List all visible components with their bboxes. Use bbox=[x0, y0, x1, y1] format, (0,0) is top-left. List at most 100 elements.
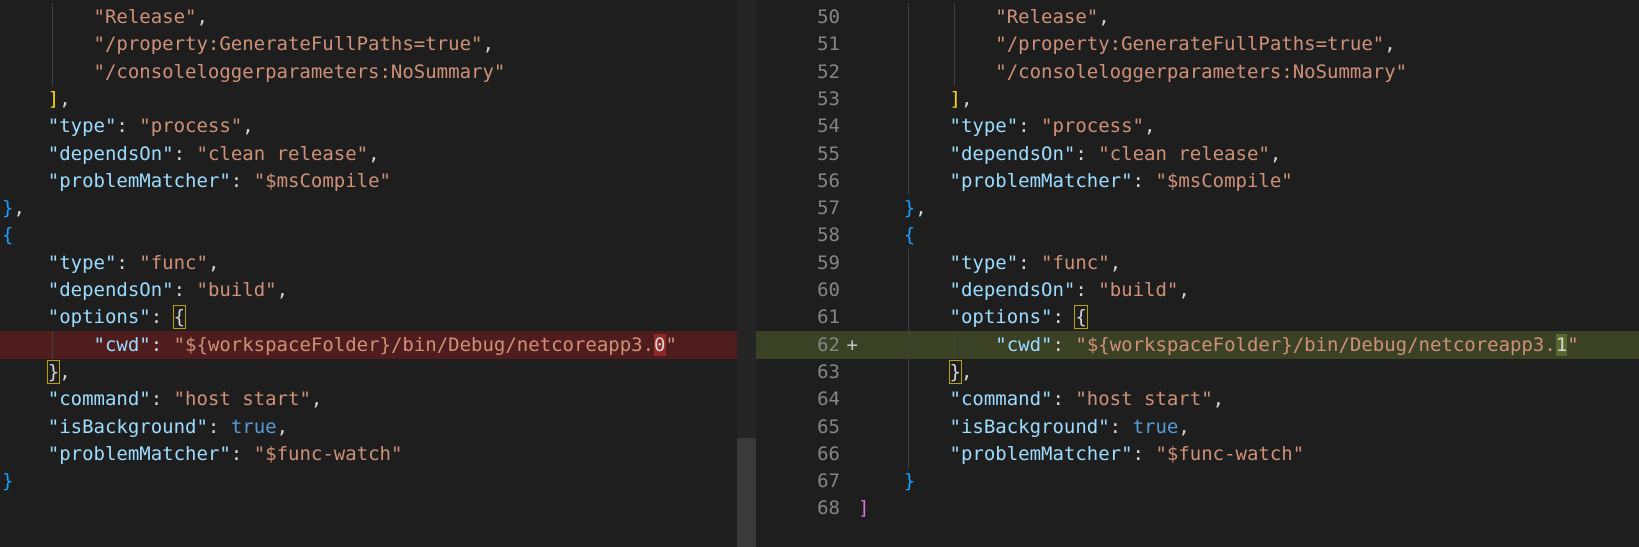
code-text[interactable]: } bbox=[858, 467, 915, 495]
code-text[interactable]: "command": "host start", bbox=[858, 385, 1225, 413]
code-text[interactable]: }, bbox=[2, 194, 25, 222]
code-text[interactable]: "dependsOn": "clean release", bbox=[858, 140, 1282, 168]
code-text[interactable]: "/consoleloggerparameters:NoSummary" bbox=[858, 58, 1407, 86]
code-line[interactable]: 66 "problemMatcher": "$func-watch" bbox=[756, 439, 1639, 468]
code-line[interactable]: "dependsOn": "clean release", bbox=[0, 140, 737, 168]
code-line[interactable]: "type": "process", bbox=[0, 112, 737, 140]
code-line[interactable]: 57 }, bbox=[756, 194, 1639, 222]
code-text[interactable]: } bbox=[2, 467, 13, 495]
code-line[interactable]: 55 "dependsOn": "clean release", bbox=[756, 139, 1639, 168]
code-line[interactable]: 58 { bbox=[756, 221, 1639, 249]
line-number: 52 bbox=[817, 60, 840, 83]
token: "build" bbox=[1098, 279, 1179, 301]
token: : bbox=[1132, 442, 1156, 465]
scrollbar-thumb[interactable] bbox=[737, 438, 756, 547]
code-line[interactable]: 67 } bbox=[756, 467, 1639, 495]
diff-line-removed[interactable]: "cwd": "${workspaceFolder}/bin/Debug/net… bbox=[0, 330, 737, 359]
code-line[interactable]: "dependsOn": "build", bbox=[0, 276, 737, 304]
token: "type" bbox=[47, 115, 117, 138]
code-text[interactable]: }, bbox=[858, 358, 972, 386]
code-line[interactable]: 61 "options": { bbox=[756, 303, 1639, 332]
code-line[interactable]: 51 "/property:GenerateFullPaths=true", bbox=[756, 30, 1639, 59]
code-line[interactable]: 68] bbox=[756, 494, 1639, 522]
code-text[interactable]: "dependsOn": "clean release", bbox=[2, 140, 380, 168]
code-text[interactable]: "type": "func", bbox=[2, 249, 220, 277]
code-line[interactable]: 60 "dependsOn": "build", bbox=[756, 276, 1639, 304]
code-text[interactable]: "problemMatcher": "$msCompile" bbox=[2, 167, 391, 195]
code-text[interactable]: "problemMatcher": "$msCompile" bbox=[858, 167, 1293, 195]
code-text[interactable]: "problemMatcher": "$func-watch" bbox=[2, 440, 403, 468]
code-text[interactable]: "options": { bbox=[2, 303, 187, 331]
code-text[interactable]: "cwd": "${workspaceFolder}/bin/Debug/net… bbox=[858, 331, 1579, 359]
code-line[interactable]: 54 "type": "process", bbox=[756, 112, 1639, 141]
code-line[interactable] bbox=[0, 494, 737, 522]
code-text[interactable]: "dependsOn": "build", bbox=[858, 276, 1190, 304]
code-text[interactable]: "/consoleloggerparameters:NoSummary" bbox=[2, 58, 506, 86]
code-line[interactable]: 59 "type": "func", bbox=[756, 248, 1639, 277]
token: : bbox=[1132, 169, 1156, 192]
code-line[interactable]: "/consoleloggerparameters:NoSummary" bbox=[0, 57, 737, 86]
line-number: 51 bbox=[817, 33, 840, 56]
line-number: 58 bbox=[817, 224, 840, 247]
code-text[interactable]: "isBackground": true, bbox=[858, 413, 1190, 441]
code-text[interactable]: }, bbox=[858, 194, 927, 222]
token: "cwd" bbox=[93, 333, 151, 356]
code-text[interactable]: "type": "func", bbox=[858, 249, 1122, 277]
code-text[interactable]: "Release", bbox=[2, 3, 208, 31]
token: true bbox=[1132, 415, 1179, 438]
token: "$func-watch" bbox=[253, 442, 403, 465]
diff-modified-pane[interactable]: 50 "Release", 51 "/property:GenerateFullP… bbox=[756, 0, 1639, 547]
code-text[interactable]: ] bbox=[858, 494, 869, 522]
code-text[interactable]: ], bbox=[858, 85, 973, 113]
code-line[interactable]: 52 "/consoleloggerparameters:NoSummary" bbox=[756, 57, 1639, 86]
token: , bbox=[915, 197, 927, 220]
code-text[interactable]: }, bbox=[2, 358, 71, 386]
code-line[interactable]: 50 "Release", bbox=[756, 3, 1639, 31]
code-text[interactable]: "cwd": "${workspaceFolder}/bin/Debug/net… bbox=[2, 331, 677, 359]
token: "/property:GenerateFullPaths=true" bbox=[995, 33, 1385, 56]
code-text[interactable]: "/property:GenerateFullPaths=true", bbox=[2, 30, 494, 58]
code-text[interactable]: "problemMatcher": "$func-watch" bbox=[858, 440, 1305, 468]
code-line[interactable]: "/property:GenerateFullPaths=true", bbox=[0, 30, 737, 59]
code-line[interactable]: "isBackground": true, bbox=[0, 413, 737, 441]
token: "dependsOn" bbox=[47, 142, 174, 165]
code-line[interactable]: "options": { bbox=[0, 303, 737, 331]
code-line[interactable]: }, bbox=[0, 358, 737, 386]
code-line[interactable]: }, bbox=[0, 194, 737, 222]
code-line[interactable]: "type": "func", bbox=[0, 249, 737, 277]
diff-scrollbar[interactable] bbox=[737, 0, 756, 547]
code-line[interactable]: "Release", bbox=[0, 3, 737, 31]
code-text[interactable]: "/property:GenerateFullPaths=true", bbox=[858, 30, 1395, 58]
code-text[interactable]: "isBackground": true, bbox=[2, 413, 288, 441]
line-number: 56 bbox=[817, 169, 840, 192]
code-text[interactable]: { bbox=[858, 221, 915, 249]
code-line[interactable]: 65 "isBackground": true, bbox=[756, 412, 1639, 441]
token: , bbox=[1098, 6, 1110, 28]
token: "func" bbox=[139, 251, 208, 274]
code-line[interactable]: ], bbox=[0, 85, 737, 113]
code-text[interactable]: "command": "host start", bbox=[2, 385, 323, 413]
code-text[interactable]: "options": { bbox=[858, 303, 1088, 331]
code-line[interactable]: 56 "problemMatcher": "$msCompile" bbox=[756, 166, 1639, 195]
diff-original-pane[interactable]: "Release", "/property:GenerateFullPaths=… bbox=[0, 0, 737, 547]
code-text[interactable]: { bbox=[2, 221, 13, 249]
code-text[interactable]: "Release", bbox=[858, 3, 1110, 31]
token: "problemMatcher" bbox=[47, 442, 231, 465]
code-line[interactable]: 64 "command": "host start", bbox=[756, 385, 1639, 414]
token: , bbox=[1212, 388, 1225, 411]
token: , bbox=[368, 142, 380, 165]
code-line[interactable]: 63 }, bbox=[756, 357, 1639, 386]
code-line[interactable]: } bbox=[0, 467, 737, 495]
token: } bbox=[2, 470, 14, 493]
code-line[interactable]: "problemMatcher": "$msCompile" bbox=[0, 167, 737, 195]
diff-line-added[interactable]: 62 + "cwd": "${workspaceFolder}/bin/Debug… bbox=[756, 330, 1639, 359]
code-line[interactable]: "command": "host start", bbox=[0, 385, 737, 413]
code-text[interactable]: "dependsOn": "build", bbox=[2, 276, 288, 304]
code-line[interactable]: "problemMatcher": "$func-watch" bbox=[0, 440, 737, 468]
code-text[interactable]: "type": "process", bbox=[2, 112, 254, 140]
code-line[interactable]: 53 ], bbox=[756, 84, 1639, 113]
line-number: 64 bbox=[817, 388, 840, 411]
code-line[interactable]: { bbox=[0, 221, 737, 249]
code-text[interactable]: ], bbox=[2, 85, 71, 113]
code-text[interactable]: "type": "process", bbox=[858, 112, 1156, 140]
